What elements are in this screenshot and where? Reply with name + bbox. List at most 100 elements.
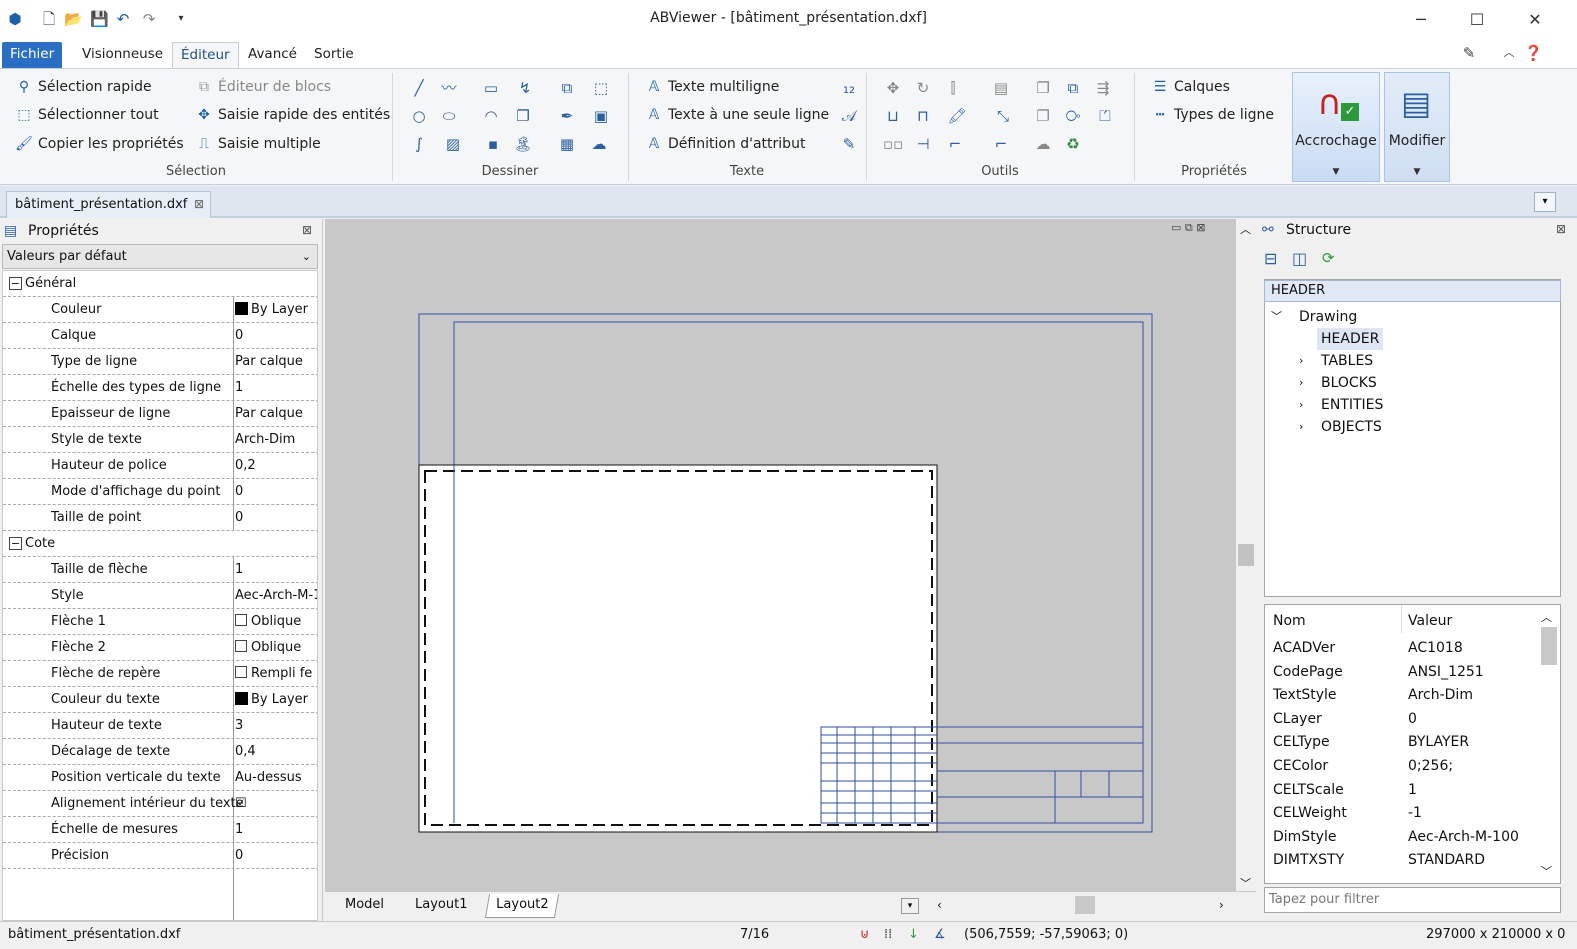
drawing-canvas[interactable]: ▭ ⧉ ⊠ [325,219,1236,891]
mirror-icon[interactable]: ⫿ [942,77,964,99]
property-row[interactable]: Style Aec-Arch-M-1 [3,583,317,609]
property-row[interactable]: Style de texte Arch-Dim [3,427,317,453]
fillet-icon[interactable]: ⌐ [944,133,966,155]
circle-icon[interactable]: ○ [408,105,430,127]
property-value[interactable]: Oblique [235,609,317,635]
snap-status-icon[interactable]: ⊍ [860,927,870,942]
close-icon[interactable]: ✕ [1512,6,1558,34]
property-row[interactable]: Mode d'affichage du point 0 [3,479,317,505]
tab-layout1[interactable]: Layout1 [407,894,475,918]
multiple-input-button[interactable]: ⎍ Saisie multiple [194,132,321,156]
copy-icon[interactable]: ❐ [512,105,534,127]
property-value[interactable]: By Layer [235,687,317,713]
snap-button[interactable]: ∩ ✓ Accrochage ▼ [1292,72,1380,182]
scroll-right-icon[interactable]: › [1219,898,1224,912]
property-row[interactable]: Alignement intérieur du texte ☑ [3,791,317,817]
property-value[interactable]: 0,4 [235,739,317,765]
tree-node-blocks[interactable]: BLOCKS [1321,372,1377,394]
tab-list-chevron-icon[interactable]: ▾ [1534,192,1556,212]
curve-icon[interactable]: ∫ [408,133,430,155]
copy-properties-button[interactable]: 🖌 Copier les propriétés [14,132,184,156]
ellipse-icon[interactable]: ⬭ [438,105,460,127]
block-editor-button[interactable]: ⧉ Éditeur de blocs [194,75,331,99]
tree-node-entities[interactable]: ENTITIES [1321,394,1383,416]
refresh-icon[interactable]: ⟳ [1322,249,1335,267]
scroll-up-icon[interactable]: ︿ [1541,609,1552,625]
grid-status-icon[interactable]: ⁞⁞ [884,927,892,942]
property-value[interactable]: Aec-Arch-M-1 [235,583,317,609]
property-row[interactable]: Position verticale du texte Au-dessus [3,765,317,791]
property-value[interactable]: 1 [235,375,317,401]
region-icon[interactable]: ⬚ [590,77,612,99]
property-row[interactable]: Hauteur de police 0,2 [3,453,317,479]
scroll-thumb[interactable] [1541,627,1557,665]
property-row[interactable]: Flèche 2 Oblique [3,635,317,661]
block-insert-icon[interactable]: ⧉ [556,77,578,99]
hatch-icon[interactable]: ▨ [442,133,464,155]
property-row[interactable]: Taille de point 0 [3,505,317,531]
quick-entity-input-button[interactable]: ✥ Saisie rapide des entités [194,103,390,127]
point-icon[interactable]: ▪ [482,133,504,155]
property-row[interactable]: Couleur By Layer [3,297,317,323]
property-value[interactable]: Par calque [235,401,317,427]
property-value[interactable]: Rempli fe [235,661,317,687]
edit-mode-icon[interactable]: ✎ [1460,44,1478,62]
pen-icon[interactable]: ✒ [556,105,578,127]
property-row[interactable]: Précision 0 [3,843,317,869]
single-line-text-button[interactable]: 𝔸 Texte à une seule ligne [644,103,829,127]
chevron-down-icon[interactable]: ﹀ [1271,306,1282,328]
lengthen-icon[interactable]: ☁ [1032,133,1054,155]
copy-icon[interactable]: ❐ [1032,77,1054,99]
scroll-down-icon[interactable]: ﹀ [1541,863,1552,879]
help-icon[interactable]: ❓ [1524,44,1543,62]
property-row[interactable]: Calque 0 [3,323,317,349]
properties-icon[interactable]: ⏍ [1094,105,1116,127]
break-icon[interactable]: ⊔ [882,105,904,127]
chamfer-icon[interactable]: ⌐ [990,133,1012,155]
tab-avance[interactable]: Avancé [240,42,305,68]
line-icon[interactable]: ╱ [408,77,430,99]
explode-icon[interactable]: ❐ [1032,105,1054,127]
tree-node-header[interactable]: HEADER [1317,328,1384,350]
collapse-icon[interactable]: − [9,277,22,290]
collapse-icon[interactable]: − [9,537,22,550]
modify-button[interactable]: ▤ Modifier ▼ [1384,72,1450,182]
property-value[interactable]: 0,2 [235,453,317,479]
select-all-button[interactable]: ⬚ Sélectionner tout [14,103,158,127]
property-value[interactable]: Oblique [235,635,317,661]
property-row[interactable]: Flèche 1 Oblique [3,609,317,635]
multiline-text-button[interactable]: 𝔸 Texte multiligne [644,75,780,99]
image-icon[interactable]: ▣ [590,105,612,127]
tree-node-objects[interactable]: OBJECTS [1321,416,1382,438]
quick-select-button[interactable]: ⚲ Sélection rapide [14,75,152,99]
chevron-right-icon[interactable]: › [1299,394,1303,416]
property-value[interactable]: 0 [235,479,317,505]
property-row[interactable]: Échelle des types de ligne 1 [3,375,317,401]
table-icon[interactable]: ▦ [556,133,578,155]
scroll-thumb[interactable] [1238,544,1254,566]
property-value[interactable]: 0 [235,505,317,531]
property-value[interactable]: Arch-Dim [235,427,317,453]
array-icon[interactable]: ⧉ [1062,77,1084,99]
text-style-icon[interactable]: 𝒜 [838,105,860,127]
property-row[interactable]: Échelle de mesures 1 [3,817,317,843]
scroll-down-icon[interactable]: ﹀ [1240,875,1251,891]
property-value[interactable]: 1 [235,557,317,583]
raster-icon[interactable]: 🏝 [512,133,534,155]
vertical-scrollbar[interactable]: ︿ ﹀ [1236,219,1256,891]
chevron-right-icon[interactable]: › [1299,372,1303,394]
property-row[interactable]: Couleur du texte By Layer [3,687,317,713]
tab-model[interactable]: Model [337,894,392,918]
offset-icon[interactable]: ⧂ [1062,105,1084,127]
scale-icon[interactable]: ⤡ [992,105,1014,127]
property-row[interactable]: Décalage de texte 0,4 [3,739,317,765]
ortho-status-icon[interactable]: ↓ [908,927,919,942]
property-value[interactable]: By Layer [235,297,317,323]
property-row[interactable]: Hauteur de texte 3 [3,713,317,739]
close-panel-icon[interactable]: ⊠ [302,223,312,237]
tab-layout2[interactable]: Layout2 [484,894,560,918]
numbering-icon[interactable]: ₁₂ [838,77,860,99]
collapse-ribbon-icon[interactable]: ︿ [1500,44,1518,62]
tab-editeur[interactable]: Éditeur [172,42,239,68]
scroll-up-icon[interactable]: ︿ [1240,221,1251,237]
